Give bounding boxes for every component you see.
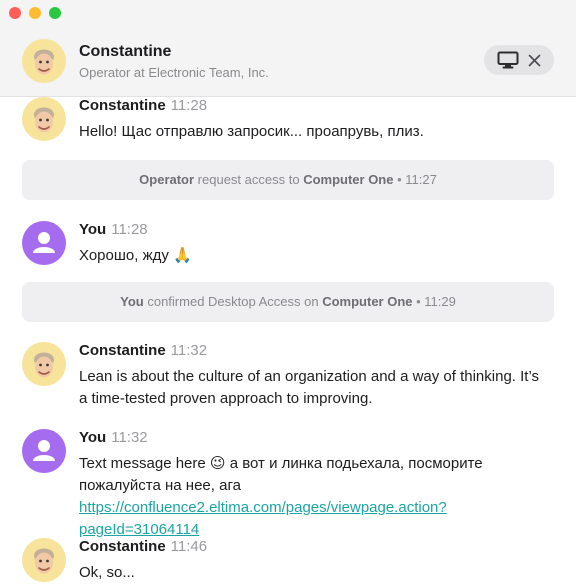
system-time: • 11:29 <box>412 294 456 309</box>
system-actor: Operator <box>139 172 195 187</box>
message-author: Constantine <box>79 342 166 359</box>
message-link[interactable]: https://confluence2.eltima.com/pages/vie… <box>79 499 447 538</box>
system-actor: You <box>120 294 144 309</box>
system-target: Computer One <box>303 172 394 187</box>
close-icon[interactable] <box>528 54 541 67</box>
message-text: Хорошо, жду 🙏 <box>79 247 192 264</box>
message-text: Lean is about the culture of an organiza… <box>79 368 540 407</box>
message-time: 11:32 <box>170 342 208 359</box>
desktop-icon[interactable] <box>497 51 519 69</box>
avatar <box>22 221 66 265</box>
system-time: • 11:27 <box>393 172 437 187</box>
message-time: 11:46 <box>170 538 208 555</box>
message-text: Text message here 😉 а вот и линка подьех… <box>79 453 549 541</box>
system-notice: You confirmed Desktop Access on Computer… <box>22 282 554 322</box>
title-bar: Constantine Operator at Electronic Team,… <box>0 0 576 97</box>
message-author: You <box>79 429 107 446</box>
chat-history[interactable]: Constantine 11:28 Hello! Щас отправлю зап… <box>0 97 576 584</box>
system-notice: Operator request access to Computer One … <box>22 160 554 200</box>
message-meta: Constantine 11:46 <box>79 538 207 555</box>
contact-name: Constantine <box>79 43 172 60</box>
message-time: 11:32 <box>111 429 148 446</box>
message-text: Ok, so... <box>79 564 135 581</box>
minimize-window-button[interactable] <box>29 7 41 19</box>
avatar <box>22 39 66 83</box>
message-meta: Constantine 11:32 <box>79 342 207 359</box>
system-text: confirmed Desktop Access on <box>143 294 323 309</box>
message-author: You <box>79 221 107 238</box>
message-author: Constantine <box>79 538 166 555</box>
message-text-body: Text message here 😉 а вот и линка подьех… <box>79 455 483 494</box>
session-controls <box>484 45 554 75</box>
window-controls <box>9 7 61 19</box>
message-meta: You 11:32 <box>79 429 148 446</box>
message-time: 11:28 <box>111 221 148 238</box>
system-text: request access to <box>194 172 304 187</box>
message-meta: Constantine 11:28 <box>79 97 207 114</box>
avatar <box>22 342 66 386</box>
avatar <box>22 429 66 473</box>
avatar <box>22 538 66 582</box>
message-text: Hello! Щас отправлю запросик... проапрув… <box>79 123 424 140</box>
avatar <box>22 97 66 141</box>
contact-subtitle: Operator at Electronic Team, Inc. <box>79 65 269 80</box>
system-target: Computer One <box>322 294 413 309</box>
message-meta: You 11:28 <box>79 221 148 238</box>
message-time: 11:28 <box>170 97 208 114</box>
message-author: Constantine <box>79 97 166 114</box>
zoom-window-button[interactable] <box>49 7 61 19</box>
close-window-button[interactable] <box>9 7 21 19</box>
